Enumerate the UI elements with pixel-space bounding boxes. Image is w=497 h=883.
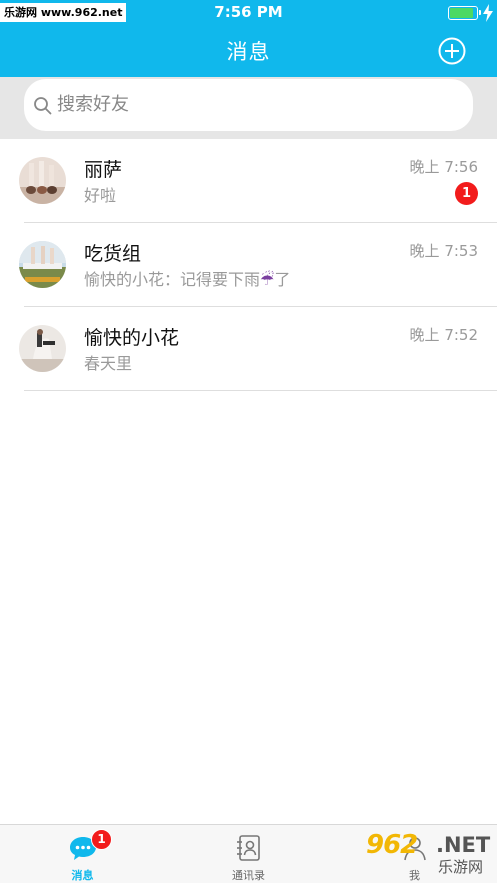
search-bar-container: 搜索好友 [0, 77, 497, 139]
battery-icon [448, 6, 481, 20]
conversation-time: 晚上 7:52 [409, 326, 478, 344]
conversation-name: 愉快的小花 [84, 327, 180, 349]
conversation-row[interactable]: 丽萨 好啦 晚上 7:56 1 [0, 139, 497, 223]
search-icon [34, 97, 52, 115]
tab-messages[interactable]: 1 消息 [0, 825, 165, 883]
avatar [19, 157, 66, 204]
conversation-preview-suffix: 了 [274, 270, 291, 289]
contacts-book-icon [236, 835, 260, 861]
tab-label: 消息 [71, 869, 94, 882]
conversation-row[interactable]: 吃货组 愉快的小花：记得要下雨☔了 晚上 7:53 [0, 223, 497, 307]
watermark-name: 乐游网 [438, 858, 484, 876]
avatar [19, 325, 66, 372]
avatar [19, 241, 66, 288]
status-time: 7:56 PM [214, 3, 283, 21]
search-placeholder: 搜索好友 [57, 94, 129, 115]
divider [24, 390, 497, 391]
conversation-time: 晚上 7:56 [409, 158, 478, 176]
conversation-preview-text: 愉快的小花：记得要下雨 [84, 270, 261, 289]
conversation-preview: 愉快的小花：记得要下雨☔了 [84, 269, 290, 291]
conversation-name: 吃货组 [84, 243, 142, 265]
conversation-name: 丽萨 [84, 159, 123, 181]
tab-label: 通讯录 [232, 869, 265, 882]
status-bar: 乐游网 www.962.net 7:56 PM [0, 0, 497, 26]
unread-badge: 1 [455, 182, 478, 205]
app-header: 乐游网 www.962.net 7:56 PM 消息 [0, 0, 497, 77]
charging-icon [483, 4, 493, 22]
conversation-row[interactable]: 愉快的小花 春天里 晚上 7:52 [0, 307, 497, 391]
tab-unread-badge: 1 [91, 829, 112, 850]
battery-level [450, 8, 474, 18]
tab-contacts[interactable]: 通讯录 [166, 825, 331, 883]
conversation-preview: 好啦 [84, 186, 117, 205]
conversation-preview: 春天里 [84, 354, 133, 373]
page-title: 消息 [226, 40, 271, 64]
conversation-time: 晚上 7:53 [409, 242, 478, 260]
watermark-brand: 962 [366, 830, 418, 860]
search-input[interactable]: 搜索好友 [24, 79, 473, 131]
watermark-logo: 962 .NET 乐游网 [366, 830, 494, 880]
plus-circle-icon[interactable] [438, 37, 466, 65]
watermark-suffix: .NET [436, 833, 491, 857]
umbrella-icon: ☔ [260, 270, 275, 289]
